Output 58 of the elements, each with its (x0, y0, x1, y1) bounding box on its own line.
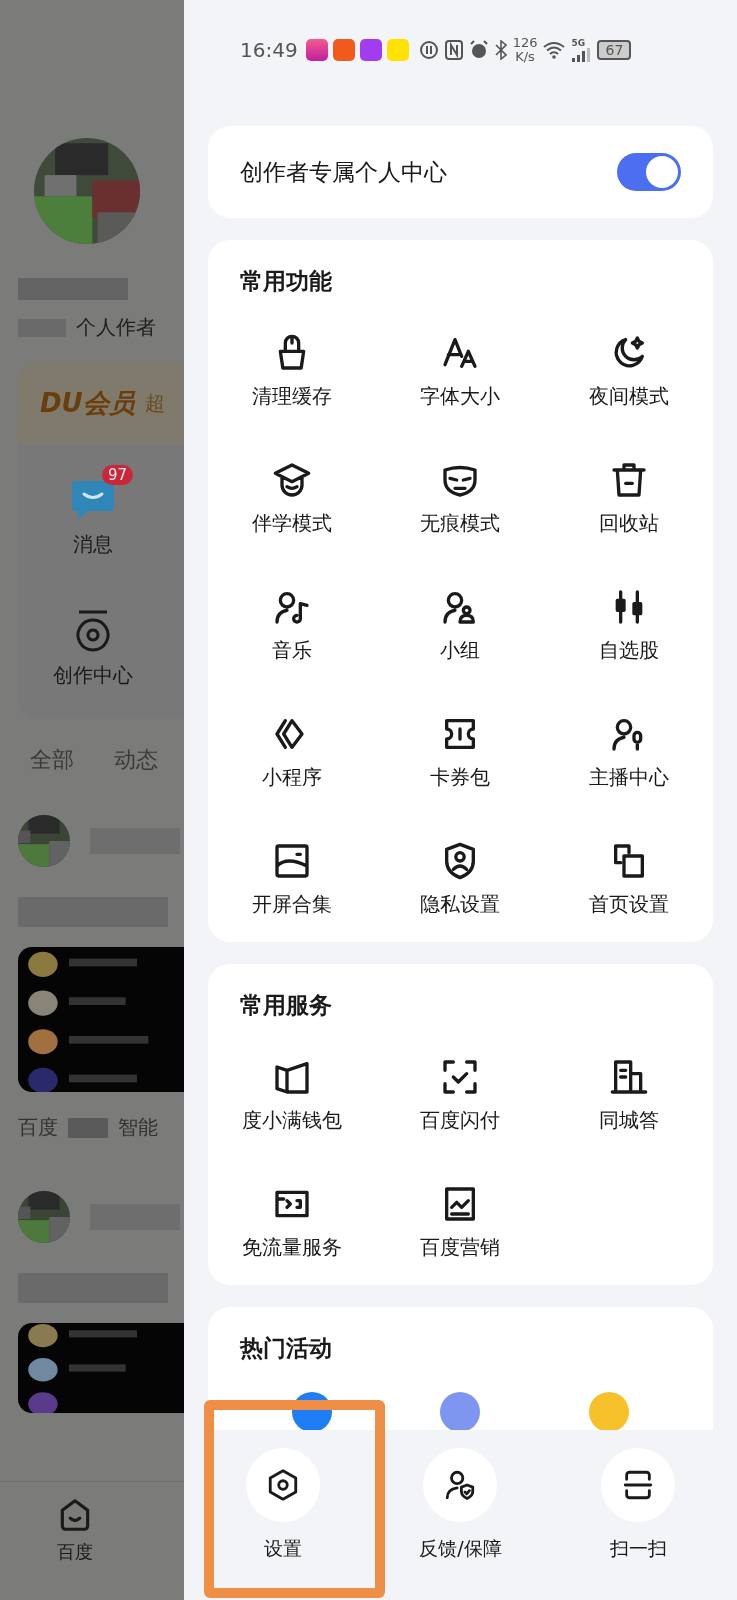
feature-item[interactable]: 无痕模式 (376, 460, 545, 537)
section-title: 常用功能 (239, 267, 333, 296)
status-time: 16:49 (240, 38, 298, 62)
graduation-cap-icon (272, 460, 313, 500)
feature-item[interactable]: 度小满钱包 (208, 1057, 377, 1134)
setting-label: 创作者专属个人中心 (240, 157, 447, 187)
feature-item[interactable]: 百度闪付 (376, 1057, 545, 1134)
feature-item[interactable]: 回收站 (544, 460, 713, 537)
shortcut-item[interactable]: 创作中心 (18, 594, 168, 689)
battery-indicator: 67 (597, 40, 632, 60)
activity-icon[interactable] (440, 1392, 481, 1432)
feature-item[interactable]: 字体大小 (376, 333, 545, 410)
feature-item[interactable]: 小程序 (208, 714, 377, 791)
nav-item[interactable]: 百度 (56, 1496, 94, 1564)
network-speed: 126 (512, 36, 538, 50)
author-label: 个人作者 (76, 314, 156, 341)
feature-item[interactable]: 同城答 (544, 1057, 713, 1134)
blurred-text (68, 1117, 108, 1138)
feature-item[interactable]: 清理缓存 (208, 333, 377, 410)
network-type: 5G (571, 38, 586, 48)
shortcut-item[interactable]: 97 消息 (18, 463, 168, 558)
feature-item[interactable]: 夜间模式 (544, 333, 713, 410)
member-title: DU会员 (40, 386, 135, 420)
feed-source: 百度 (18, 1114, 58, 1141)
toggle-switch[interactable] (617, 153, 681, 191)
bottom-action[interactable]: 扫一扫 (558, 1448, 719, 1600)
camera-icon (73, 610, 113, 652)
building-icon (608, 1057, 649, 1097)
count-badge: 97 (102, 465, 134, 485)
feature-item[interactable]: 音乐 (208, 587, 377, 664)
feature-item[interactable]: 伴学模式 (208, 460, 377, 537)
feed-tag: 智能 (118, 1114, 158, 1141)
wifi-icon (543, 41, 566, 59)
data-saver-icon (418, 40, 439, 60)
feature-item[interactable]: 首页设置 (544, 841, 713, 918)
speed-unit: K/s (515, 50, 535, 64)
section-title: 常用服务 (239, 991, 333, 1020)
feature-item[interactable]: 主播中心 (544, 714, 713, 791)
bottom-action[interactable]: 设置 (202, 1448, 363, 1600)
app-notification-icon (386, 39, 409, 61)
app-notification-icon (305, 39, 328, 61)
section-title: 热门活动 (238, 1334, 333, 1363)
bluetooth-icon (494, 40, 507, 60)
alarm-icon (468, 40, 489, 60)
nfc-icon (444, 40, 463, 60)
feature-item[interactable]: 百度营销 (376, 1184, 545, 1261)
chat-bubble-icon (70, 479, 116, 521)
signal-icon (571, 48, 592, 62)
member-subtitle: 超 (144, 389, 165, 417)
bottom-action[interactable]: 反馈/保障 (380, 1448, 541, 1600)
app-notification-icon (359, 39, 382, 61)
feature-item[interactable]: 免流量服务 (208, 1184, 377, 1261)
feature-item[interactable]: 自选股 (544, 587, 713, 664)
feature-item[interactable]: 开屏合集 (208, 841, 377, 918)
feature-item[interactable]: 卡券包 (376, 714, 545, 791)
app-notification-icon (332, 39, 355, 61)
feature-item[interactable]: 小组 (376, 587, 545, 664)
feature-item[interactable]: 隐私设置 (376, 841, 545, 918)
